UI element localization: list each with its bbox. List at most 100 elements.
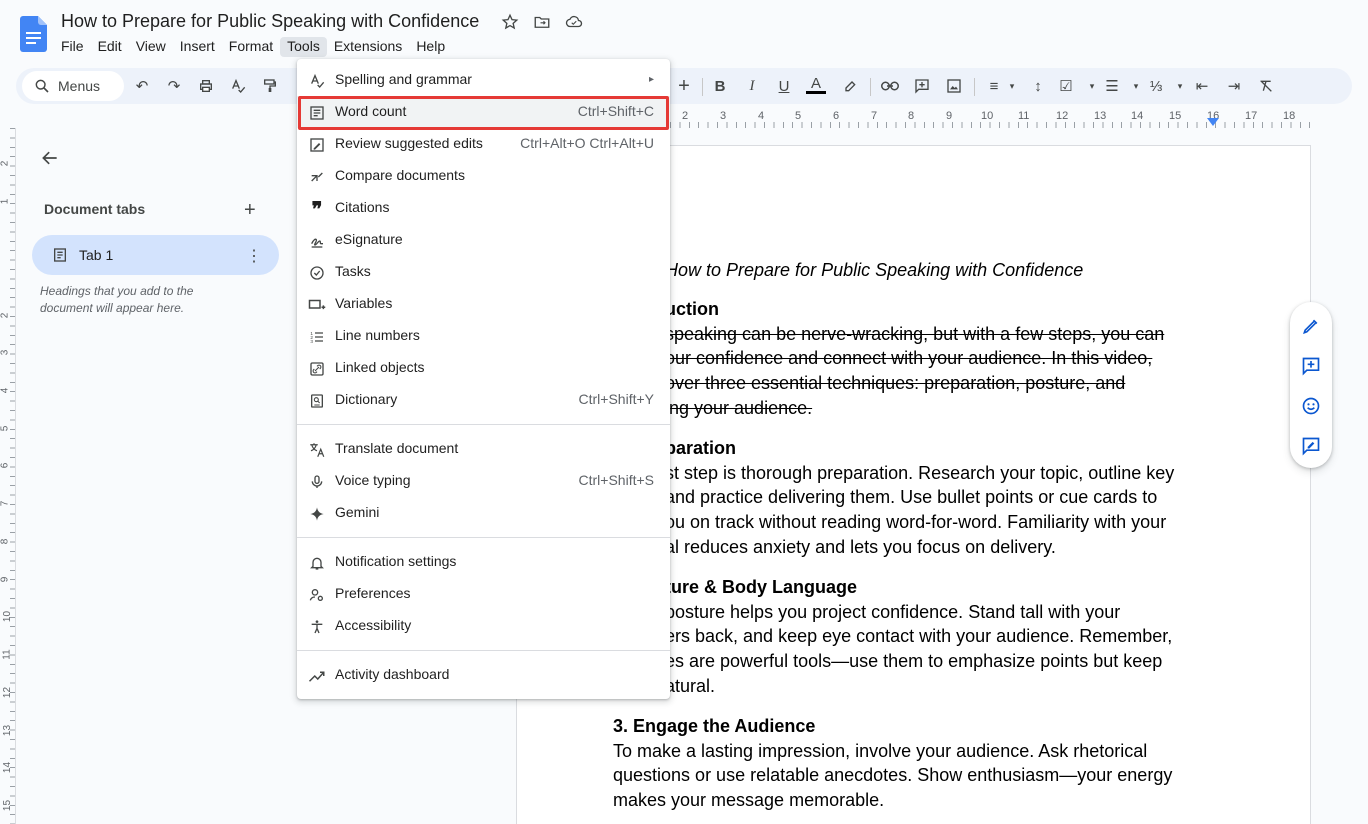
menu-item-preferences[interactable]: Preferences [297,578,670,610]
tasks-icon [308,264,326,282]
cloud-status-icon[interactable] [564,12,584,32]
intro-heading: uction [665,298,719,319]
undo-icon[interactable]: ↶ [132,76,152,96]
suggest-edits-icon[interactable] [1301,436,1321,456]
menu-help[interactable]: Help [409,37,452,57]
search-menus-button[interactable]: Menus [22,71,124,101]
menu-item-accessibility[interactable]: Accessibility [297,610,670,642]
bold-icon[interactable]: B [710,76,730,96]
intro-line: our confidence and connect with your aud… [665,348,1153,369]
menu-item-tasks[interactable]: Tasks [297,256,670,288]
menu-insert[interactable]: Insert [173,37,222,57]
add-comment-icon[interactable] [1301,356,1321,376]
insert-link-icon[interactable] [880,76,900,96]
document-title[interactable]: How to Prepare for Public Speaking with … [61,11,479,32]
print-icon[interactable] [196,76,216,96]
svg-text:3: 3 [310,339,313,344]
menu-item-compare-documents[interactable]: Compare documents [297,160,670,192]
edit-pencil-icon[interactable] [1301,316,1321,336]
align-icon[interactable]: ≡ [984,76,1004,96]
menu-extensions[interactable]: Extensions [327,37,409,57]
menu-item-review-suggested-edits[interactable]: Review suggested edits Ctrl+Alt+O Ctrl+A… [297,128,670,160]
insert-comment-icon[interactable] [912,76,932,96]
line-spacing-icon[interactable]: ↕ [1028,76,1048,96]
numbered-list-icon[interactable]: ⅓ [1146,76,1166,96]
menu-item-dictionary[interactable]: Dictionary Ctrl+Shift+Y [297,384,670,416]
menu-separator [297,424,670,425]
add-tab-icon[interactable]: + [244,199,256,222]
document-tab-icon [54,248,66,262]
prep-line: st step is thorough preparation. Researc… [665,462,1175,483]
menu-separator [297,650,670,651]
tab-item[interactable]: Tab 1 ⋮ [32,235,279,275]
menu-item-variables[interactable]: Variables [297,288,670,320]
doc-heading: How to Prepare for Public Speaking with … [665,260,1084,280]
menu-item-voice-typing[interactable]: Voice typing Ctrl+Shift+S [297,465,670,497]
menu-item-notification-settings[interactable]: Notification settings [297,546,670,578]
menu-item-line-numbers[interactable]: 123 Line numbers [297,320,670,352]
underline-icon[interactable]: U [774,76,794,96]
menu-view[interactable]: View [129,37,173,57]
sidebar-hint: Headings that you add to the document wi… [40,284,194,315]
right-indent-marker-icon[interactable] [1207,118,1219,128]
menu-tools[interactable]: Tools [280,37,327,57]
chevron-down-icon[interactable]: ▾ [1082,76,1102,96]
prep-line: al reduces anxiety and lets you focus on… [665,536,1056,557]
redo-icon[interactable]: ↷ [164,76,184,96]
move-folder-icon[interactable] [532,12,552,32]
highlight-color-icon[interactable] [840,76,860,96]
menu-item-citations[interactable]: ❞ Citations [297,192,670,224]
posture-line: atural. [665,675,716,696]
search-icon [35,79,49,93]
tools-menu: Spelling and grammar ▸ Word count Ctrl+S… [297,59,670,699]
chevron-down-icon[interactable]: ▾ [1126,76,1146,96]
menu-item-gemini[interactable]: Gemini [297,497,670,529]
prep-line: and practice delivering them. Use bullet… [665,487,1158,508]
menu-item-spelling-grammar[interactable]: Spelling and grammar ▸ [297,64,670,96]
menu-item-linked-objects[interactable]: Linked objects [297,352,670,384]
intro-line: ing your audience. [665,397,813,418]
spellcheck-toolbar-icon[interactable] [228,76,248,96]
text-color-icon[interactable]: A [806,75,826,94]
posture-line: es are powerful tools—use them to emphas… [665,651,1163,672]
decrease-indent-icon[interactable]: ⇤ [1192,76,1212,96]
italic-icon[interactable]: I [742,76,762,96]
menu-item-activity-dashboard[interactable]: Activity dashboard [297,659,670,691]
chevron-down-icon[interactable]: ▾ [1170,76,1190,96]
posture-line: posture helps you project confidence. St… [665,601,1121,622]
document-body[interactable]: How to Prepare for Public Speaking with … [613,258,1213,813]
insert-image-icon[interactable] [944,76,964,96]
back-arrow-icon[interactable] [40,148,60,168]
microphone-icon [308,473,326,491]
menu-item-translate-document[interactable]: Translate document [297,433,670,465]
increase-font-size-icon[interactable]: + [674,75,694,97]
posture-heading: ture & Body Language [665,576,858,597]
more-vert-icon[interactable]: ⋮ [246,246,262,266]
star-icon[interactable] [500,12,520,32]
side-action-toolbar [1290,302,1332,468]
horizontal-ruler[interactable]: 2 3 4 5 6 7 8 9 10 11 12 13 14 15 16 17 … [670,108,1312,128]
menu-file[interactable]: File [54,37,91,57]
menu-edit[interactable]: Edit [91,37,129,57]
prep-line: ou on track without reading word-for-wor… [665,512,1167,533]
compare-icon [308,168,326,186]
clear-formatting-icon[interactable] [1256,76,1276,96]
variables-icon [308,296,326,314]
menu-format[interactable]: Format [222,37,280,57]
signature-icon [308,232,326,250]
posture-line: ers back, and keep eye contact with your… [665,626,1173,647]
emoji-reaction-icon[interactable] [1301,396,1321,416]
menu-item-esignature[interactable]: eSignature [297,224,670,256]
increase-indent-icon[interactable]: ⇥ [1224,76,1244,96]
engage-line: To make a lasting impression, involve yo… [613,740,1148,761]
checklist-icon[interactable]: ☑ [1056,76,1076,96]
paint-format-icon[interactable] [260,76,280,96]
docs-logo-icon[interactable] [20,16,47,52]
engage-line: makes your message memorable. [613,790,885,811]
accessibility-icon [308,618,326,636]
bell-icon [308,554,326,572]
bulleted-list-icon[interactable]: ☰ [1102,76,1122,96]
spellcheck-icon [308,72,326,90]
chevron-down-icon[interactable]: ▾ [1002,76,1022,96]
vertical-ruler[interactable]: 2 1 2 3 4 5 6 7 8 9 10 11 12 13 14 15 [0,128,16,824]
